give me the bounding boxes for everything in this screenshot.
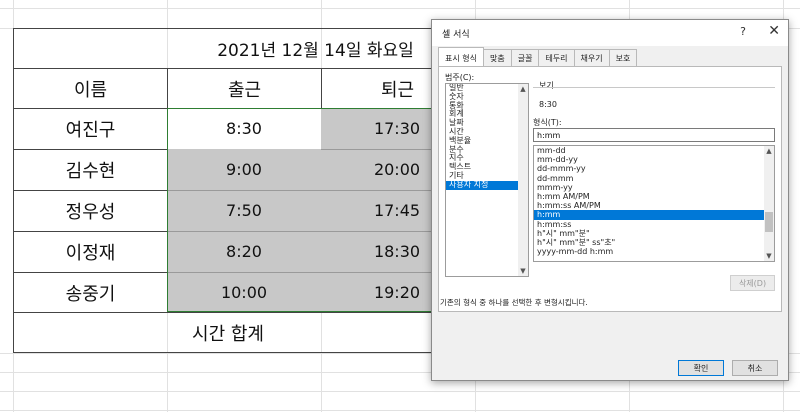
help-button[interactable]: ? [740,25,746,38]
cell-divider [167,272,443,273]
format-input[interactable]: h:mm [533,128,775,142]
dialog-titlebar[interactable]: 셀 서식 ? ✕ [432,20,788,46]
name-cell[interactable]: 김수현 [13,149,167,190]
format-item[interactable]: yyyy-mm-dd h:mm [534,247,774,256]
format-cells-dialog: 셀 서식 ? ✕ 표시 형식 맞춤 글꼴 테두리 채우기 보호 범주(C): 일… [431,19,789,381]
tab-number-format[interactable]: 표시 형식 [438,47,484,66]
format-list[interactable]: mm-dd mm-dd-yy dd-mmm-yy dd-mmm mmm-yy h… [533,145,775,262]
clock-out-time: 17:30 [373,119,421,138]
date-title-cell[interactable]: 2021년 12월 14일 화요일 [13,28,443,68]
clock-in-cell[interactable]: 8:20 [167,231,321,272]
header-out-cell[interactable]: 퇴근 [321,68,443,108]
header-out: 퇴근 [380,79,415,101]
clock-out-cell[interactable]: 17:45 [321,190,443,231]
tab-fill[interactable]: 채우기 [573,49,610,66]
chevron-down-icon[interactable]: ▼ [764,251,774,261]
employee-name: 송중기 [65,283,116,305]
header-in-cell[interactable]: 출근 [167,68,321,108]
tab-alignment[interactable]: 맞춤 [482,49,512,66]
name-cell[interactable]: 여진구 [13,108,167,149]
clock-out-time: 19:20 [373,282,421,302]
format-item[interactable]: h:mm:ss [534,220,774,229]
dialog-title: 셀 서식 [442,30,470,40]
format-item[interactable]: h:mm:ss AM/PM [534,201,774,210]
category-label: 범주(C): [445,73,475,82]
number-format-panel: 범주(C): 일반 숫자 통화 회계 날짜 시간 백분율 분수 지수 텍스트 기… [438,66,782,312]
tab-protection[interactable]: 보호 [608,49,638,66]
format-item[interactable]: h:mm AM/PM [534,192,774,201]
clock-out-cell[interactable]: 18:30 [321,231,443,272]
clock-out-time: 20:00 [373,160,421,179]
clock-out-time: 18:30 [373,242,421,261]
format-scrollbar[interactable]: ▲ ▼ [764,146,774,261]
category-scrollbar[interactable]: ▲ ▼ [518,84,528,276]
chevron-down-icon[interactable]: ▼ [518,266,528,276]
employee-name: 여진구 [65,120,116,141]
chevron-up-icon[interactable]: ▲ [518,84,528,94]
clock-in-time: 7:50 [226,201,262,220]
preview-box [533,87,775,110]
delete-button[interactable]: 삭제(D) [730,275,775,291]
format-item[interactable]: mm-dd-yy [534,155,774,164]
total-label: 시간 합계 [192,323,264,345]
cell-divider [167,231,443,232]
employee-name: 정우성 [65,202,116,223]
cell-divider [167,190,443,191]
format-item-selected[interactable]: h:mm [534,210,774,220]
tab-border[interactable]: 테두리 [538,49,575,66]
clock-out-cell[interactable]: 17:30 [321,108,443,149]
employee-name: 김수현 [65,161,116,182]
clock-in-time: 8:30 [226,119,262,138]
gridline [0,410,800,411]
chevron-up-icon[interactable]: ▲ [764,146,774,156]
clock-in-time: 9:00 [226,160,262,179]
header-name: 이름 [73,79,108,101]
name-cell[interactable]: 이정재 [13,231,167,272]
format-label: 형식(T): [533,118,562,127]
total-cell[interactable]: 시간 합계 [13,312,443,353]
ok-button[interactable]: 확인 [678,360,724,376]
preview-value: 8:30 [539,100,557,109]
header-name-cell[interactable]: 이름 [13,68,167,108]
cell-divider [321,149,443,150]
header-in: 출근 [227,79,262,101]
clock-in-time: 8:20 [226,242,262,261]
employee-name: 이정재 [65,243,116,264]
clock-out-cell[interactable]: 19:20 [321,272,443,312]
clock-in-cell[interactable]: 9:00 [167,149,321,190]
format-item[interactable]: h"시" mm"분" ss"초" [534,238,774,247]
scroll-thumb[interactable] [765,212,773,232]
clock-in-cell[interactable]: 8:30 [167,108,321,149]
clock-out-cell[interactable]: 20:00 [321,149,443,190]
category-item-selected[interactable]: 사용자 지정 [446,180,528,190]
format-item[interactable]: mmm-yy [534,183,774,192]
tab-strip: 표시 형식 맞춤 글꼴 테두리 채우기 보호 [438,47,638,66]
date-title: 2021년 12월 14일 화요일 [217,41,414,61]
gridline [0,8,800,9]
format-item[interactable]: h"시" mm"분" [534,229,774,238]
clock-in-cell[interactable]: 10:00 [167,272,321,312]
tab-font[interactable]: 글꼴 [510,49,540,66]
format-description: 기존의 형식 중 하나를 선택한 후 변형시킵니다. [440,298,588,307]
format-item[interactable]: dd-mmm [534,174,774,183]
name-cell[interactable]: 송중기 [13,272,167,312]
clock-out-time: 17:45 [373,201,421,220]
clock-in-cell[interactable]: 7:50 [167,190,321,231]
clock-in-time: 10:00 [220,282,268,302]
format-item[interactable]: mm-dd [534,146,774,155]
format-item[interactable]: dd-mmm-yy [534,164,774,173]
gridline [0,391,800,392]
close-icon[interactable]: ✕ [768,23,780,39]
category-list[interactable]: 일반 숫자 통화 회계 날짜 시간 백분율 분수 지수 텍스트 기타 사용자 지… [445,83,529,277]
name-cell[interactable]: 정우성 [13,190,167,231]
cancel-button[interactable]: 취소 [732,360,778,376]
